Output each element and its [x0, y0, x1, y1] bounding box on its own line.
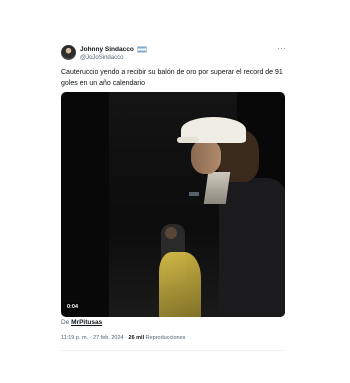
views-count: 26 mil — [128, 335, 145, 341]
tweet-text: Cauteruccio yendo a recibir su balón de … — [61, 69, 283, 87]
source-prefix: De — [61, 319, 70, 326]
tweet-metadata: 11:19 p. m. · 27 feb. 2024 · 26 mil Repr… — [61, 335, 185, 342]
person-jacket — [219, 178, 285, 317]
tweet-date[interactable]: 27 feb. 2024 — [93, 335, 124, 341]
background-person-head — [165, 227, 177, 239]
views-label: Reproducciones — [145, 335, 186, 341]
person-cap-bill — [177, 137, 199, 143]
background-yellow-jersey — [159, 252, 201, 317]
background-light — [189, 192, 199, 196]
video-source-attribution: De MrPitusas — [61, 319, 102, 327]
author-handle[interactable]: @JoJoSindacco — [80, 55, 123, 62]
tweet-time[interactable]: 11:19 p. m. — [61, 335, 88, 341]
divider — [61, 350, 285, 351]
meta-separator: · — [125, 335, 127, 341]
meta-separator: · — [89, 335, 92, 341]
source-account-link[interactable]: MrPitusas — [71, 319, 102, 326]
video-player[interactable]: 0:04 — [61, 92, 285, 317]
author-name-row: Johnny Sindacco — [80, 45, 147, 54]
more-options-icon[interactable]: ··· — [277, 44, 287, 53]
video-frame — [109, 92, 285, 317]
argentina-flag-icon — [136, 46, 147, 53]
avatar[interactable] — [61, 45, 76, 60]
video-duration-badge: 0:04 — [65, 303, 81, 312]
person-shirt-collar — [203, 172, 231, 204]
person-face — [191, 140, 221, 174]
author-display-name[interactable]: Johnny Sindacco — [80, 45, 134, 54]
